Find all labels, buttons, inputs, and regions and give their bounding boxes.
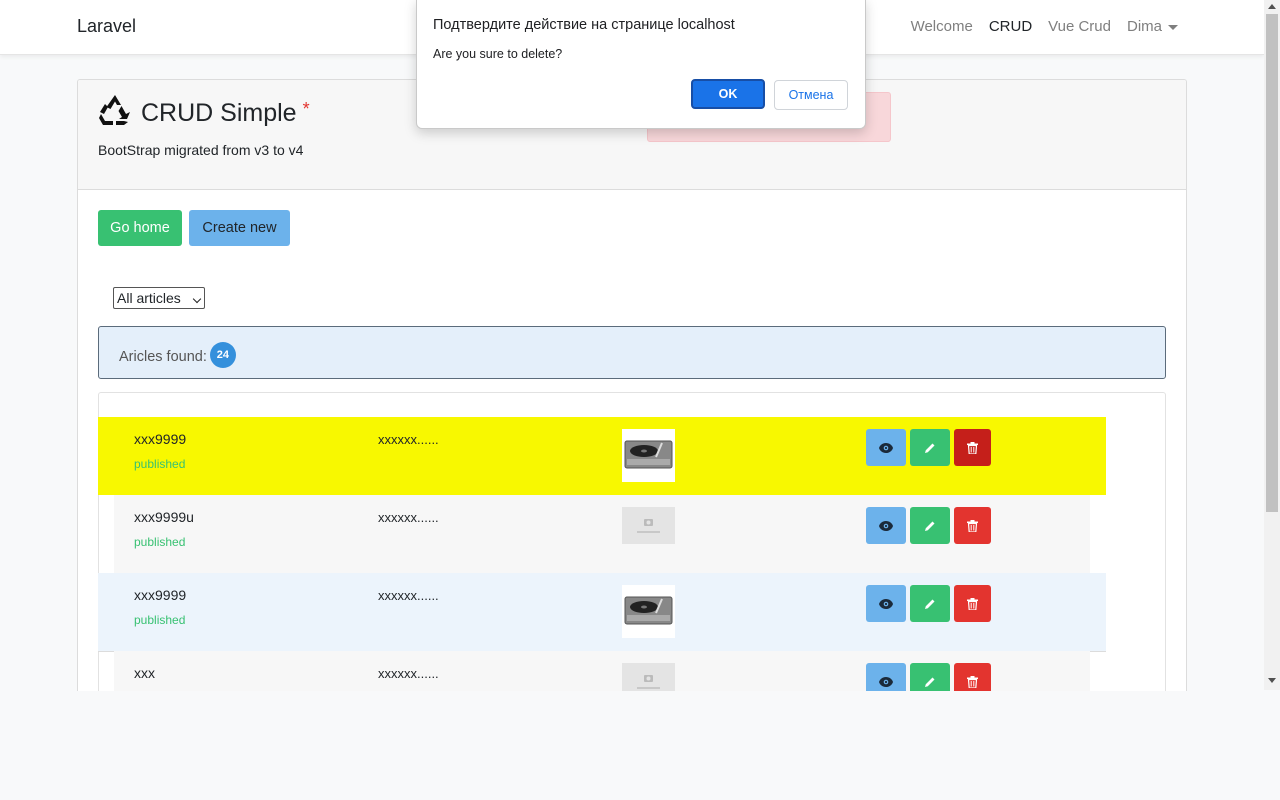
table-row: xxx xxxxxx...... (114, 651, 1090, 691)
pencil-icon (925, 677, 935, 687)
caret-down-icon (1168, 24, 1178, 30)
page-subtitle: BootStrap migrated from v3 to v4 (98, 142, 304, 158)
trash-icon (967, 441, 978, 454)
article-name: xxx (134, 665, 155, 681)
table-row: xxx9999 published xxxxxx...... (98, 573, 1106, 652)
delete-button[interactable] (954, 663, 991, 691)
delete-button[interactable] (954, 429, 991, 466)
scroll-down-arrow-icon[interactable] (1268, 678, 1276, 683)
count-badge: 24 (209, 342, 236, 368)
page-title-text: CRUD Simple (141, 99, 297, 127)
ok-button[interactable]: OK (691, 79, 765, 109)
view-button[interactable] (866, 429, 906, 466)
article-excerpt: xxxxxx...... (378, 432, 439, 447)
brand-link[interactable]: Laravel (77, 16, 136, 37)
article-excerpt: xxxxxx...... (378, 510, 439, 525)
article-excerpt: xxxxxx...... (378, 666, 439, 681)
pencil-icon (925, 521, 935, 531)
eye-icon (879, 442, 893, 453)
edit-button[interactable] (910, 663, 950, 691)
turntable-image (622, 585, 675, 638)
nav-vue-crud[interactable]: Vue Crud (1048, 18, 1111, 35)
chevron-down-icon (192, 294, 202, 304)
view-button[interactable] (866, 585, 906, 622)
view-button[interactable] (866, 507, 906, 544)
pencil-icon (925, 443, 935, 453)
view-button[interactable] (866, 663, 906, 691)
article-filter-select[interactable]: All articles (113, 287, 205, 309)
scrollbar[interactable] (1264, 0, 1280, 690)
trash-icon (967, 519, 978, 532)
table-row: xxx9999u published xxxxxx...... (114, 495, 1090, 574)
articles-count-text: Aricles found: 24 (119, 342, 236, 370)
go-home-button[interactable]: Go home (98, 210, 182, 246)
delete-button[interactable] (954, 585, 991, 622)
dialog-title: Подтвердите действие на странице localho… (433, 17, 735, 33)
scroll-up-arrow-icon[interactable] (1268, 4, 1276, 9)
row-actions (866, 429, 991, 466)
article-status: published (134, 457, 186, 471)
page-title: CRUD Simple * (141, 99, 310, 128)
nav-crud[interactable]: CRUD (989, 18, 1032, 35)
articles-count-label: Aricles found: (119, 348, 207, 365)
trash-icon (967, 675, 978, 688)
edit-button[interactable] (910, 429, 950, 466)
user-dropdown[interactable]: Dima (1127, 18, 1178, 35)
edit-button[interactable] (910, 585, 950, 622)
create-new-button[interactable]: Create new (189, 210, 290, 246)
article-status: published (134, 613, 186, 627)
required-mark: * (302, 99, 310, 119)
table-row: xxx9999 published xxxxxx...... (98, 417, 1106, 495)
trash-icon (967, 597, 978, 610)
row-actions (866, 663, 991, 691)
article-status: published (134, 535, 186, 549)
turntable-image (622, 429, 675, 482)
nav-welcome[interactable]: Welcome (911, 18, 973, 35)
pencil-icon (925, 599, 935, 609)
eye-icon (879, 598, 893, 609)
no-image-placeholder (622, 507, 675, 544)
row-actions (866, 507, 991, 544)
edit-button[interactable] (910, 507, 950, 544)
cancel-button[interactable]: Отмена (774, 80, 848, 110)
scroll-thumb[interactable] (1266, 14, 1278, 512)
eye-icon (879, 520, 893, 531)
confirm-dialog: Подтвердите действие на странице localho… (416, 0, 866, 129)
article-name: xxx9999 (134, 431, 187, 447)
article-name: xxx9999 (134, 587, 187, 603)
delete-button[interactable] (954, 507, 991, 544)
article-name: xxx9999u (134, 509, 194, 525)
row-actions (866, 585, 991, 622)
recycle-icon (99, 95, 130, 125)
main-card: CRUD Simple * BootStrap migrated from v3 … (77, 79, 1187, 691)
dialog-message: Are you sure to delete? (433, 47, 563, 61)
eye-icon (879, 676, 893, 687)
no-image-placeholder (622, 663, 675, 691)
user-name: Dima (1126, 18, 1162, 35)
filter-selected-value: All articles (117, 290, 181, 306)
nav-links: Welcome CRUD Vue Crud Dima (911, 18, 1178, 35)
article-excerpt: xxxxxx...... (378, 588, 439, 603)
articles-count-box: Aricles found: 24 (98, 326, 1166, 379)
